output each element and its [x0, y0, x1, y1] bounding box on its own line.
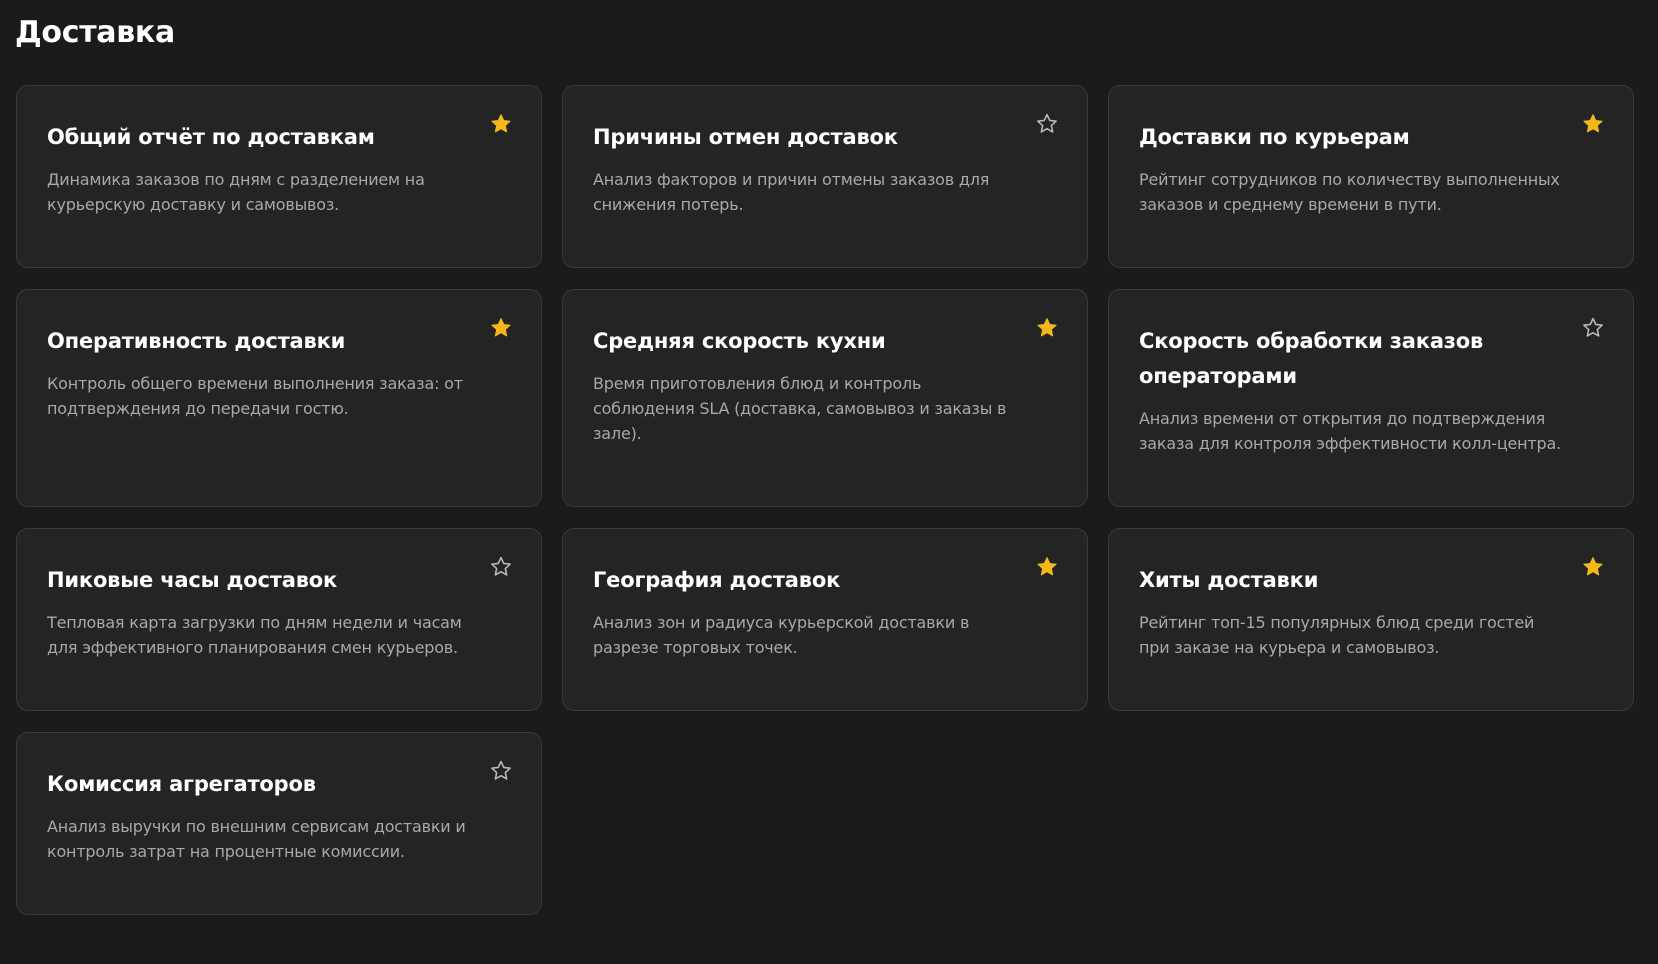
report-card-title: Доставки по курьерам [1139, 125, 1410, 149]
report-card[interactable]: Хиты доставки Рейтинг топ-15 популярных … [1108, 528, 1634, 711]
page-title: Доставка [15, 15, 175, 50]
report-card[interactable]: Причины отмен доставок Анализ факторов и… [562, 85, 1088, 268]
report-card[interactable]: Пиковые часы доставок Тепловая карта заг… [16, 528, 542, 711]
star-icon[interactable] [489, 316, 513, 340]
report-card[interactable]: География доставок Анализ зон и радиуса … [562, 528, 1088, 711]
report-card-title: Скорость обработки заказов операторами [1139, 329, 1484, 388]
report-card-title: Причины отмен доставок [593, 125, 898, 149]
report-card-title: Общий отчёт по доставкам [47, 125, 375, 149]
report-card-title: География доставок [593, 568, 841, 592]
star-icon[interactable] [1035, 555, 1059, 579]
report-card[interactable]: Комиссия агрегаторов Анализ выручки по в… [16, 732, 542, 915]
report-card-description: Анализ выручки по внешним сервисам доста… [47, 817, 466, 861]
report-card-description: Анализ факторов и причин отмены заказов … [593, 170, 990, 214]
report-card-description: Динамика заказов по дням с разделением н… [47, 170, 425, 214]
star-icon[interactable] [489, 759, 513, 783]
star-icon[interactable] [1035, 316, 1059, 340]
report-card-description: Рейтинг топ-15 популярных блюд среди гос… [1139, 613, 1535, 657]
report-card-title: Средняя скорость кухни [593, 329, 886, 353]
report-card[interactable]: Общий отчёт по доставкам Динамика заказо… [16, 85, 542, 268]
report-grid: Общий отчёт по доставкам Динамика заказо… [16, 85, 1634, 915]
star-icon[interactable] [1581, 316, 1605, 340]
report-card-description: Рейтинг сотрудников по количеству выполн… [1139, 170, 1560, 214]
report-card-description: Контроль общего времени выполнения заказ… [47, 374, 463, 418]
star-icon[interactable] [1581, 112, 1605, 136]
report-card-title: Комиссия агрегаторов [47, 772, 316, 796]
report-card-description: Анализ времени от открытия до подтвержде… [1139, 409, 1561, 453]
report-card-description: Тепловая карта загрузки по дням недели и… [47, 613, 462, 657]
report-card-description: Анализ зон и радиуса курьерской доставки… [593, 613, 970, 657]
report-card-title: Оперативность доставки [47, 329, 346, 353]
star-icon[interactable] [489, 112, 513, 136]
report-card[interactable]: Оперативность доставки Контроль общего в… [16, 289, 542, 507]
report-card-title: Пиковые часы доставок [47, 568, 338, 592]
report-card-title: Хиты доставки [1139, 568, 1319, 592]
report-card-description: Время приготовления блюд и контроль собл… [593, 374, 1007, 443]
report-card[interactable]: Средняя скорость кухни Время приготовлен… [562, 289, 1088, 507]
star-icon[interactable] [489, 555, 513, 579]
report-card[interactable]: Скорость обработки заказов операторами А… [1108, 289, 1634, 507]
star-icon[interactable] [1581, 555, 1605, 579]
report-card[interactable]: Доставки по курьерам Рейтинг сотрудников… [1108, 85, 1634, 268]
star-icon[interactable] [1035, 112, 1059, 136]
